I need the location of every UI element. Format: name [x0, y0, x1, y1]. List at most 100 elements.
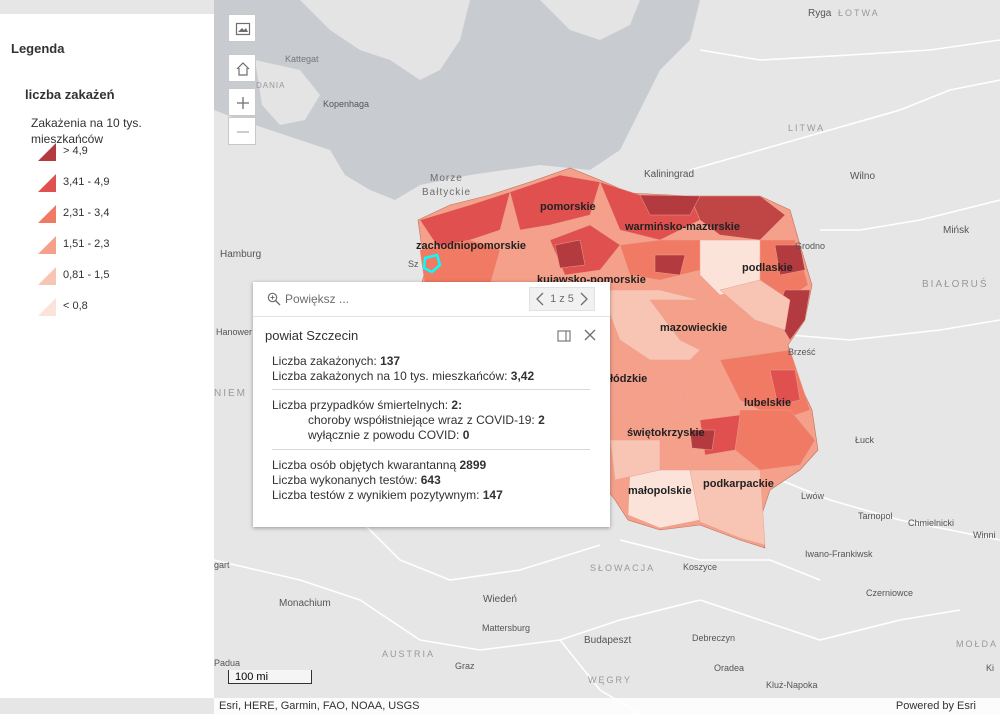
zoom-to-icon — [267, 292, 281, 306]
label-brzesc: Brześć — [788, 347, 816, 357]
label-ki: Ki — [986, 663, 994, 673]
legend-class: 1,51 - 2,3 — [37, 235, 197, 255]
label-niem: NIEM — [214, 388, 247, 399]
label-lubelskie: lubelskie — [744, 397, 791, 409]
label-litwa: LITWA — [788, 123, 825, 133]
legend-class-label: 3,41 - 4,9 — [63, 176, 110, 188]
label-ryga: Ryga — [808, 8, 832, 19]
popup-positive: Liczba testów z wynikiem pozytywnym: 147 — [272, 488, 503, 502]
close-icon[interactable] — [583, 328, 597, 342]
label-sz: Sz — [408, 259, 419, 269]
previous-icon[interactable] — [534, 291, 546, 307]
label-winni: Winni — [973, 530, 996, 540]
label-gart: gart — [214, 560, 230, 570]
legend-class: 3,41 - 4,9 — [37, 173, 197, 193]
plus-icon — [237, 97, 249, 109]
home-icon — [236, 62, 250, 76]
basemap-gallery-icon — [235, 22, 251, 36]
label-sea-2: Bałtyckie — [422, 187, 471, 198]
label-malopolskie: małopolskie — [628, 485, 692, 497]
legend-class-label: 0,81 - 1,5 — [63, 269, 110, 281]
label-lodzkie: łódzkie — [610, 373, 647, 385]
legend-class-label: > 4,9 — [63, 145, 88, 157]
label-wegry: WĘGRY — [588, 675, 632, 685]
label-minsk: Mińsk — [943, 225, 970, 236]
popup-deaths: Liczba przypadków śmiertelnych: 2: — [272, 398, 463, 412]
legend-swatch — [38, 205, 56, 223]
home-button[interactable] — [228, 54, 256, 82]
popup-covid-only: wyłącznie z powodu COVID: 0 — [308, 428, 470, 442]
popup-title: powiat Szczecin — [265, 328, 359, 343]
legend-swatch — [38, 267, 56, 285]
label-kluz-napoka: Kluż-Napoka — [766, 680, 818, 690]
label-podlaskie: podlaskie — [742, 262, 793, 274]
label-kattegat: Kattegat — [285, 54, 319, 64]
label-mattersburg: Mattersburg — [482, 623, 530, 633]
label-graz: Graz — [455, 661, 475, 671]
legend-class-label: < 0,8 — [63, 300, 88, 312]
scale-label: 100 mi — [235, 671, 269, 683]
minus-icon — [237, 131, 249, 133]
legend-swatch — [38, 236, 56, 254]
attribution-bar: Esri, HERE, Garmin, FAO, NOAA, USGS Powe… — [214, 698, 1000, 714]
label-bialorus: BIAŁORUŚ — [922, 277, 989, 290]
popup-cases: Liczba zakażonych: 137 — [272, 354, 401, 368]
label-molda: MOŁDA — [956, 639, 998, 649]
scale-bar: 100 mi — [228, 670, 312, 684]
label-wieden: Wiedeń — [483, 594, 517, 605]
label-padua: Padua — [214, 658, 240, 668]
legend-class: 0,81 - 1,5 — [37, 266, 197, 286]
label-oradea: Oradea — [714, 663, 744, 673]
label-czerniowce: Czerniowce — [866, 588, 913, 598]
zoom-to-label: Powiększ ... — [285, 292, 350, 306]
label-monachium: Monachium — [279, 598, 331, 609]
label-kopenhaga: Kopenhaga — [323, 99, 369, 109]
legend-class-label: 2,31 - 3,4 — [63, 207, 110, 219]
label-austria: AUSTRIA — [382, 649, 435, 659]
label-warminsko-mazurskie: warmińsko-mazurskie — [624, 221, 740, 233]
legend-heading: Legenda — [11, 41, 65, 56]
label-pomorskie: pomorskie — [540, 201, 596, 213]
feature-popup: Powiększ ... 1 z 5 powiat Szczecin Liczb… — [253, 282, 610, 527]
legend-class-label: 1,51 - 2,3 — [63, 238, 110, 250]
label-zachodniopomorskie: zachodniopomorskie — [416, 240, 526, 252]
label-hamburg: Hamburg — [220, 249, 261, 260]
dock-icon[interactable] — [557, 329, 571, 343]
legend-swatch — [38, 298, 56, 316]
label-kaliningrad: Kaliningrad — [644, 169, 694, 180]
legend-panel: Legenda liczba zakażeń Zakażenia na 10 t… — [0, 14, 214, 698]
label-budapeszt: Budapeszt — [584, 635, 631, 646]
label-grodno: Grodno — [795, 241, 825, 251]
label-podkarpackie: podkarpackie — [703, 478, 774, 490]
popup-divider — [272, 389, 590, 390]
popup-per10k: Liczba zakażonych na 10 tys. mieszkańców… — [272, 369, 535, 383]
label-swietokrzyskie: świętokrzyskie — [627, 427, 705, 439]
legend-swatch — [38, 174, 56, 192]
legend-swatch — [38, 143, 56, 161]
legend-class: 2,31 - 3,4 — [37, 204, 197, 224]
basemap-gallery-button[interactable] — [228, 14, 256, 42]
zoom-out-button[interactable] — [228, 117, 256, 145]
next-icon[interactable] — [578, 291, 590, 307]
label-hanower: Hanower — [216, 327, 252, 337]
label-tarnopol: Tarnopol — [858, 511, 893, 521]
popup-header: Powiększ ... 1 z 5 — [253, 282, 610, 317]
label-iwano-frankiwsk: Iwano-Frankiwsk — [805, 549, 873, 559]
zoom-in-button[interactable] — [228, 88, 256, 116]
label-lotwa: ŁOTWA — [838, 8, 880, 18]
label-wilno: Wilno — [850, 171, 875, 182]
label-sea-1: Morze — [430, 173, 463, 184]
attribution-text[interactable]: Esri, HERE, Garmin, FAO, NOAA, USGS — [219, 700, 419, 712]
label-koszyce: Koszyce — [683, 562, 717, 572]
pager-count: 1 z 5 — [550, 293, 574, 305]
label-chmielnicki: Chmielnicki — [908, 518, 954, 528]
popup-divider — [272, 449, 590, 450]
powered-by-esri[interactable]: Powered by Esri — [896, 700, 976, 712]
popup-tests: Liczba wykonanych testów: 643 — [272, 473, 441, 487]
legend-class: < 0,8 — [37, 297, 197, 317]
legend-layer-title: liczba zakażeń — [25, 87, 115, 102]
popup-comorbidities: choroby współistniejące wraz z COVID-19:… — [308, 413, 545, 427]
feature-pager: 1 z 5 — [529, 287, 595, 311]
label-debreczyn: Debreczyn — [692, 633, 735, 643]
label-slowacja: SŁOWACJA — [590, 563, 655, 573]
